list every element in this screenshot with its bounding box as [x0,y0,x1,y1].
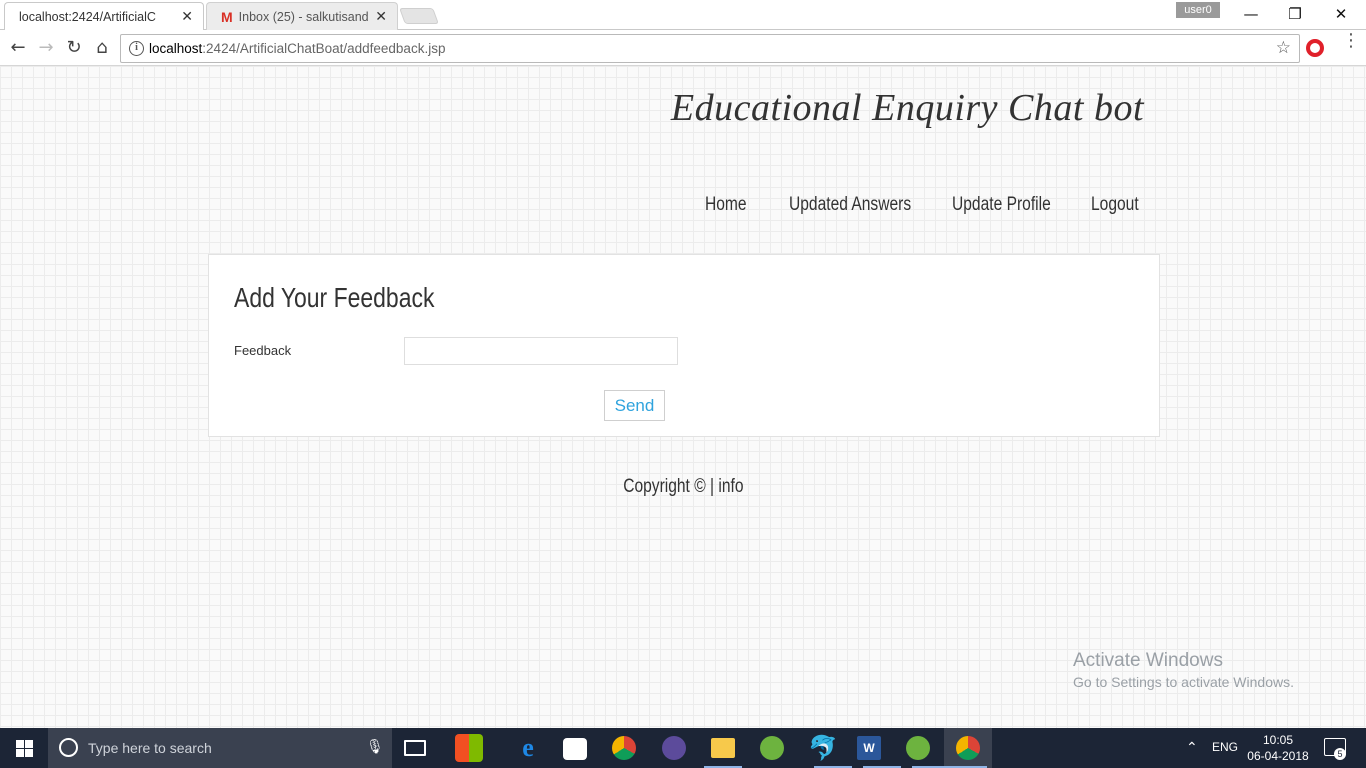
watermark-title: Activate Windows [1073,650,1223,671]
restore-icon[interactable]: ❐ [1272,2,1318,26]
url-text[interactable]: localhost:2424/ArtificialChatBoat/addfee… [149,41,445,56]
site-title: Educational Enquiry Chat bot [670,87,1144,129]
chrome-icon[interactable] [612,736,636,760]
spring-icon-2[interactable] [906,736,930,760]
send-button[interactable]: Send [604,390,665,421]
language-indicator[interactable]: ENG [1212,740,1238,768]
feedback-input[interactable] [404,337,678,365]
minimize-icon[interactable]: — [1228,2,1274,26]
watermark-subtitle: Go to Settings to activate Windows. [1073,674,1294,690]
windows-logo-icon [15,739,33,757]
home-icon[interactable]: ⌂ [90,36,114,60]
close-window-icon[interactable]: ✕ [1318,2,1364,26]
edge-icon[interactable]: e [514,734,542,762]
spring-icon[interactable] [760,736,784,760]
tab-gmail[interactable]: M Inbox (25) - salkutisande ✕ [206,2,398,30]
new-tab-button[interactable] [399,8,439,24]
microphone-icon[interactable]: 🎙 [366,739,384,755]
start-button[interactable] [0,728,48,768]
task-view-icon[interactable] [404,740,426,756]
page-content: Educational Enquiry Chat bot Home Update… [0,66,1366,728]
nav-update-profile[interactable]: Update Profile [952,194,1051,216]
opera-extension-icon[interactable] [1306,39,1324,57]
tab-close-icon[interactable]: ✕ [375,9,387,25]
cortana-icon [59,738,78,757]
profile-badge[interactable]: user0 [1176,2,1220,18]
store-tiles-icon[interactable] [455,734,483,762]
info-icon[interactable]: i [129,41,144,56]
tab-label: Inbox (25) - salkutisande [238,9,370,24]
mysql-dolphin-icon[interactable]: 🐬 [808,734,838,762]
feedback-label: Feedback [234,343,292,358]
chrome-icon [956,736,980,760]
search-placeholder: Type here to search [88,740,212,756]
browser-tabstrip: localhost:2424/ArtificialC ✕ M Inbox (25… [0,0,1366,30]
clock-date: 06-04-2018 [1247,749,1309,763]
taskbar-search[interactable]: Type here to search 🎙 [48,728,392,768]
nav-logout[interactable]: Logout [1091,194,1139,216]
page-title: Add Your Feedback [234,282,435,313]
taskbar: Type here to search 🎙 e 🐬 W ⌃ ENG 10:05 … [0,728,1366,768]
activate-windows-watermark: Activate Windows Go to Settings to activ… [1073,650,1294,690]
word-icon[interactable]: W [857,736,881,760]
notification-count-badge: 5 [1334,748,1346,760]
browser-toolbar: ← → ↻ ⌂ i localhost:2424/ArtificialChatB… [0,31,1366,66]
tab-label: localhost:2424/ArtificialC [19,9,156,24]
clock[interactable]: 10:05 06-04-2018 [1240,732,1316,764]
tab-active[interactable]: localhost:2424/ArtificialC ✕ [4,2,204,30]
url-host: localhost [149,41,203,56]
tab-close-icon[interactable]: ✕ [181,9,193,25]
forward-arrow-icon[interactable]: → [34,36,58,60]
file-explorer-icon[interactable] [711,738,735,758]
footer-text: Copyright © | info [622,476,744,497]
kebab-menu-icon[interactable]: ⋮ [1342,32,1360,50]
bookmark-star-icon[interactable]: ☆ [1276,38,1291,58]
gmail-icon: M [221,8,233,25]
back-arrow-icon[interactable]: ← [6,36,30,60]
address-bar[interactable]: i localhost:2424/ArtificialChatBoat/addf… [120,34,1300,63]
store-bag-icon[interactable] [563,738,587,760]
reload-icon[interactable]: ↻ [62,36,86,60]
nav-updated-answers[interactable]: Updated Answers [789,194,911,216]
nav-home[interactable]: Home [705,194,747,216]
clock-time: 10:05 [1262,733,1294,747]
feedback-panel: Add Your Feedback Feedback Send [208,254,1160,437]
chrome-active-task[interactable] [944,728,992,768]
url-path: :2424/ArtificialChatBoat/addfeedback.jsp [202,41,446,56]
footer: Copyright © | info [0,476,1366,498]
eclipse-icon[interactable] [662,736,686,760]
show-hidden-icons-icon[interactable]: ⌃ [1186,739,1198,768]
